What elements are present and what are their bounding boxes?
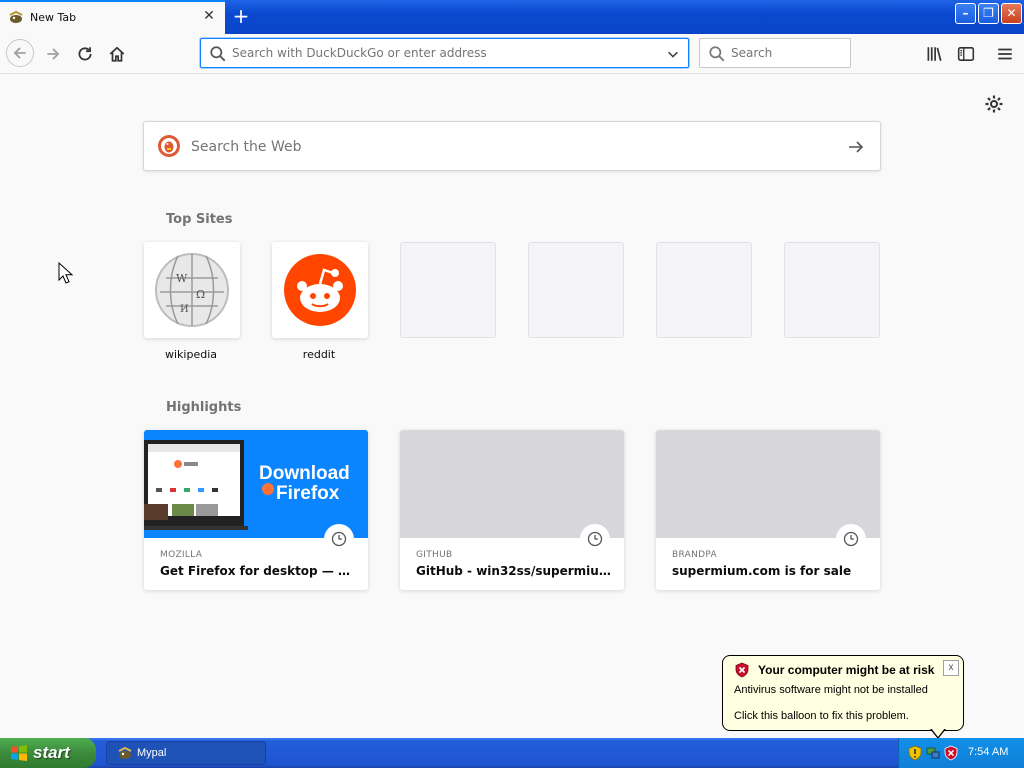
tab-title: New Tab [30, 11, 77, 24]
highlight-thumbnail [656, 430, 880, 538]
taskbar: start Mypal 7:54 AM [0, 738, 1024, 768]
search-icon [708, 45, 726, 63]
arrow-right-icon[interactable] [846, 137, 866, 157]
security-center-shield-icon[interactable] [907, 745, 923, 761]
web-search-box[interactable] [143, 121, 881, 171]
new-tab-button[interactable]: + [230, 4, 252, 28]
tab-new-tab[interactable]: New Tab ✕ [0, 0, 225, 34]
svg-text:Ω: Ω [196, 288, 205, 301]
top-site-reddit[interactable] [272, 242, 368, 338]
top-site-empty[interactable] [528, 242, 624, 338]
balloon-message: Antivirus software might not be installe… [734, 684, 928, 696]
firefox-logo-icon [262, 483, 274, 495]
thumb-firefox-text: Firefox [276, 483, 340, 504]
top-site-label: reddit [302, 348, 336, 361]
top-site-empty[interactable] [400, 242, 496, 338]
web-search-input[interactable] [191, 136, 831, 158]
clock-icon [580, 524, 610, 554]
highlight-title: Get Firefox for desktop — Mozill... [160, 564, 360, 578]
highlight-card[interactable]: GITHUB GitHub - win32ss/supermium: C... [400, 430, 624, 590]
search-bar[interactable] [699, 38, 851, 68]
wikipedia-globe-icon: W Ω И [155, 253, 229, 327]
forward-button[interactable] [41, 42, 65, 66]
highlight-source: MOZILLA [160, 550, 203, 560]
balloon-title: Your computer might be at risk [758, 663, 935, 677]
balloon-close-button[interactable]: x [943, 660, 959, 676]
balloon-action-text[interactable]: Click this balloon to fix this problem. [734, 710, 909, 722]
top-site-empty[interactable] [656, 242, 752, 338]
highlight-title: supermium.com is for sale [672, 564, 852, 578]
menu-button[interactable] [993, 42, 1017, 66]
balloon-tail-fill [931, 728, 945, 737]
security-alert-shield-icon[interactable] [943, 745, 959, 761]
home-button[interactable] [105, 42, 129, 66]
search-icon [209, 45, 227, 63]
forward-arrow-icon [47, 48, 60, 60]
title-bar: New Tab ✕ + – ❐ ✕ [0, 0, 1024, 34]
back-arrow-icon [13, 47, 26, 59]
clock-icon [836, 524, 866, 554]
security-shield-icon [734, 662, 750, 678]
highlight-thumbnail [400, 430, 624, 538]
windows-logo-icon [10, 744, 28, 762]
library-button[interactable] [922, 42, 946, 66]
system-tray: 7:54 AM [898, 738, 1024, 768]
mypal-icon [117, 746, 133, 762]
thumb-download-text: Download [259, 463, 350, 484]
svg-text:И: И [180, 304, 189, 315]
search-input[interactable] [731, 43, 841, 63]
highlight-card[interactable]: Download Firefox MOZILLA Get Firefox for… [144, 430, 368, 590]
url-input[interactable] [232, 43, 652, 63]
top-site-label: wikipedia [164, 348, 217, 361]
start-label: start [33, 743, 70, 762]
highlight-source: BRANDPA [672, 550, 717, 560]
reload-icon [78, 47, 92, 61]
back-button[interactable] [6, 39, 34, 67]
clock-icon [324, 524, 354, 554]
highlight-title: GitHub - win32ss/supermium: C... [416, 564, 616, 578]
home-icon [109, 46, 125, 62]
sidebar-button[interactable] [954, 42, 978, 66]
highlights-heading: Highlights [166, 400, 242, 415]
sidebar-icon [957, 47, 975, 61]
reddit-alien-icon [284, 254, 356, 326]
library-icon [927, 47, 942, 61]
minimize-button[interactable]: – [955, 3, 976, 24]
mouse-cursor-icon [58, 261, 74, 286]
start-button[interactable]: start [0, 738, 96, 768]
tab-close-icon[interactable]: ✕ [201, 8, 217, 24]
hamburger-menu-icon [998, 48, 1012, 60]
network-icon[interactable] [925, 745, 941, 761]
svg-text:W: W [176, 272, 188, 285]
duckduckgo-icon [157, 134, 181, 158]
top-site-empty[interactable] [784, 242, 880, 338]
top-sites-heading: Top Sites [166, 212, 233, 227]
highlight-card[interactable]: BRANDPA supermium.com is for sale [656, 430, 880, 590]
close-window-button[interactable]: ✕ [1001, 3, 1022, 24]
gear-icon[interactable] [984, 94, 1004, 114]
reload-button[interactable] [73, 42, 97, 66]
security-balloon[interactable]: Your computer might be at risk x Antivir… [722, 655, 964, 731]
taskbar-item-label: Mypal [137, 747, 167, 759]
chevron-down-icon[interactable] [666, 46, 680, 60]
url-bar[interactable] [200, 38, 689, 68]
highlight-source: GITHUB [416, 550, 453, 560]
navigation-toolbar [0, 34, 1024, 74]
mypal-icon [8, 10, 24, 26]
top-site-wikipedia[interactable]: W Ω И [144, 242, 240, 338]
download-firefox-thumbnail: Download Firefox [144, 430, 368, 538]
taskbar-clock[interactable]: 7:54 AM [968, 746, 1008, 758]
taskbar-item-mypal[interactable]: Mypal [106, 741, 266, 765]
maximize-button[interactable]: ❐ [978, 3, 999, 24]
